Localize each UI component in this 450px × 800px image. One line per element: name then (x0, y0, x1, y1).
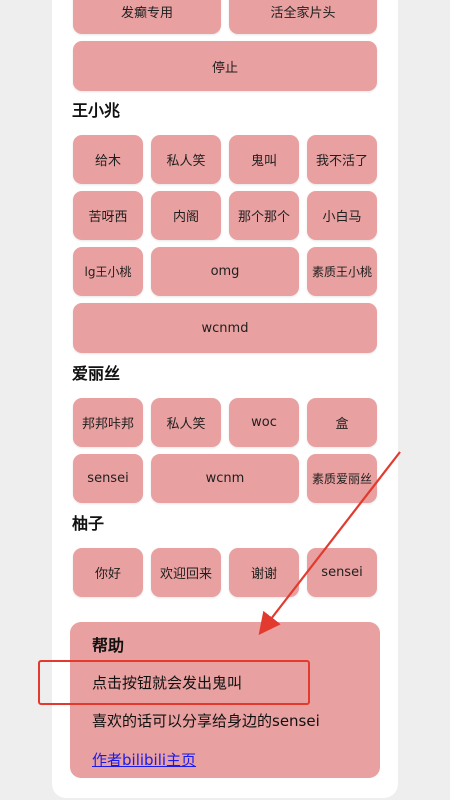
annotation-arrow (258, 451, 401, 635)
